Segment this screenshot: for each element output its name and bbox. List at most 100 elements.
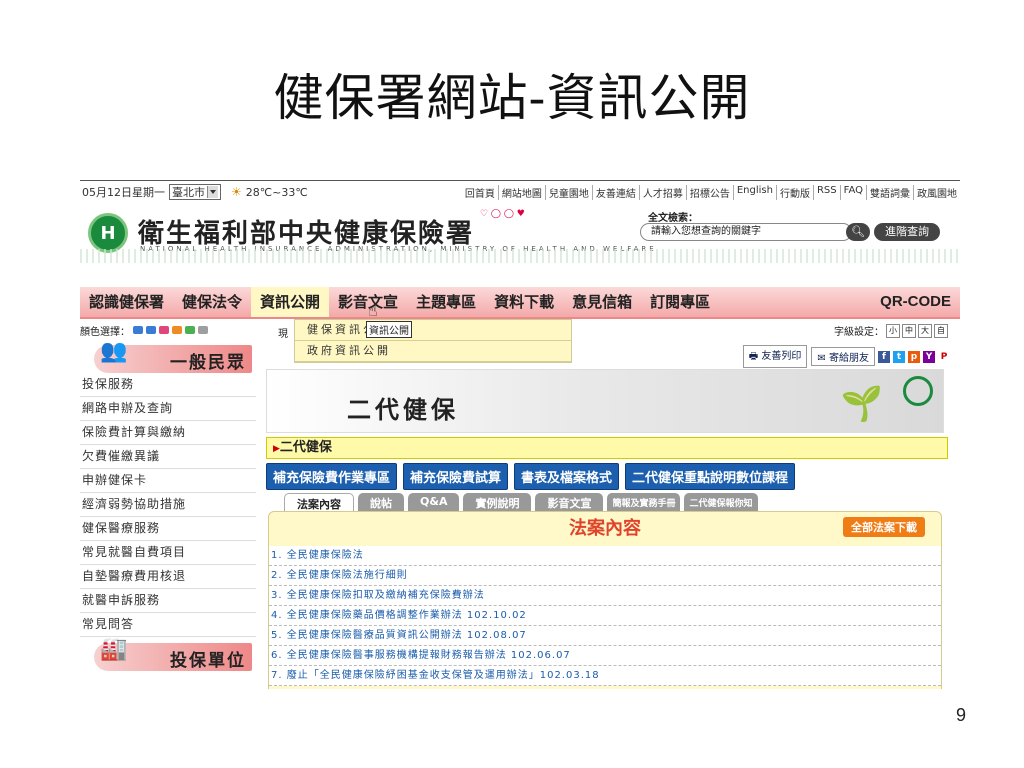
sidebar-item[interactable]: 申辦健保卡 — [80, 469, 256, 493]
section-header: ▶二代健保 — [266, 437, 948, 459]
seedling-hands-image: 🌱 — [840, 384, 883, 424]
site-header: H 衛生福利部中央健康保險署 NATIONAL HEALTH INSURANCE… — [80, 203, 960, 265]
law-link[interactable]: 5. 全民健康保險醫療品質資訊公開辦法 102.08.07 — [269, 626, 941, 646]
law-link[interactable]: 3. 全民健康保險扣取及繳納補充保險費辦法 — [269, 586, 941, 606]
search-icon[interactable]: 🔍︎ — [846, 223, 870, 241]
law-list: 1. 全民健康保險法 2. 全民健康保險法施行細則 3. 全民健康保險扣取及繳納… — [269, 546, 941, 686]
download-all-button[interactable]: 全部法案下載 — [843, 517, 925, 537]
font-size-button[interactable]: 中 — [902, 323, 916, 338]
search-input[interactable]: 請輸入您想查詢的關鍵字 — [640, 223, 852, 241]
top-link[interactable]: 行動版 — [777, 184, 814, 200]
nhi-logo[interactable]: H — [88, 213, 128, 253]
category-insured-unit[interactable]: 🏭 投保單位 — [94, 637, 252, 671]
left-sidebar: 顏色選擇： 👥 一般民眾 投保服務 網路申辦及查詢 保險費計算與繳納 欠費催繳異… — [80, 321, 256, 689]
sidebar-menu: 投保服務 網路申辦及查詢 保險費計算與繳納 欠費催繳異議 申辦健保卡 經濟弱勢協… — [80, 373, 256, 637]
printer-icon: 🖶 — [748, 351, 759, 362]
nav-item[interactable]: 訂閱專區 — [641, 287, 719, 317]
yahoo-icon[interactable]: Y — [923, 350, 935, 363]
color-selector: 顏色選擇： — [80, 321, 256, 339]
category-label: 投保單位 — [170, 651, 246, 671]
send-label: 寄給朋友 — [829, 353, 869, 364]
topic-button[interactable]: 補充保險費試算 — [403, 463, 509, 490]
nav-item[interactable]: 意見信箱 — [563, 287, 641, 317]
sidebar-item[interactable]: 網路申辦及查詢 — [80, 397, 256, 421]
section-title: 二代健保 — [279, 440, 332, 455]
top-link[interactable]: 回首頁 — [462, 184, 499, 200]
top-link[interactable]: 兒童園地 — [546, 184, 593, 200]
nav-item[interactable]: 健保法令 — [173, 287, 251, 317]
law-link[interactable]: 1. 全民健康保險法 — [269, 546, 941, 566]
nav-item[interactable]: 資料下載 — [485, 287, 563, 317]
sidebar-item[interactable]: 健保醫療服務 — [80, 517, 256, 541]
print-label: 友善列印 — [761, 351, 802, 362]
law-link[interactable]: 7. 廢止「全民健康保險紓困基金收支保管及運用辦法」102.03.18 — [269, 666, 941, 686]
color-swatch[interactable] — [185, 326, 195, 334]
color-swatch[interactable] — [146, 326, 156, 334]
send-to-friend-button[interactable]: ✉ 寄給朋友 — [811, 347, 875, 366]
category-label: 一般民眾 — [170, 353, 246, 373]
top-link[interactable]: English — [734, 184, 777, 200]
main-content: 現 字級設定： 小 中 大 自 🖶 友善列印 ✉ 寄給朋友 f t p Y P … — [264, 321, 960, 689]
main-nav: 認識健保署 健保法令 資訊公開 影音文宣 主題專區 資料下載 意見信箱 訂閱專區… — [80, 287, 960, 319]
nav-dropdown: 健保資訊公開 政府資訊公開 — [294, 319, 572, 363]
tooltip: 資訊公開 — [366, 321, 412, 338]
dropdown-item[interactable]: 政府資訊公開 — [295, 341, 571, 362]
plurk-icon[interactable]: p — [908, 350, 920, 363]
font-size-button[interactable]: 小 — [886, 323, 900, 338]
topic-buttons: 補充保險費作業專區 補充保險費試算 書表及檔案格式 二代健保重點說明數位課程 — [266, 463, 942, 490]
top-link[interactable]: 招標公告 — [687, 184, 734, 200]
top-link[interactable]: 友善連結 — [593, 184, 640, 200]
top-link[interactable]: 人才招募 — [640, 184, 687, 200]
law-link[interactable]: 6. 全民健康保險醫事服務機構提報財務報告辦法 102.06.07 — [269, 646, 941, 666]
sidebar-item[interactable]: 經濟弱勢協助措施 — [80, 493, 256, 517]
color-swatch[interactable] — [133, 326, 143, 334]
breadcrumb: 現 — [278, 329, 288, 340]
topic-button[interactable]: 補充保險費作業專區 — [266, 463, 398, 490]
advanced-search-button[interactable]: 進階查詢 — [874, 223, 940, 241]
font-size-button[interactable]: 自 — [934, 323, 948, 338]
sidebar-item[interactable]: 投保服務 — [80, 373, 256, 397]
category-general-public[interactable]: 👥 一般民眾 — [94, 339, 252, 373]
hand-cursor-icon: ☝ — [368, 301, 378, 320]
weather-icon: ☀ — [231, 185, 242, 199]
nav-item[interactable]: 主題專區 — [407, 287, 485, 317]
top-link[interactable]: 網站地圖 — [499, 184, 546, 200]
top-info-bar: 05月12日星期一 臺北市 ☀ 28℃~33℃ 回首頁 網站地圖 兒童園地 友善… — [80, 181, 960, 203]
sidebar-item[interactable]: 保險費計算與繳納 — [80, 421, 256, 445]
topic-button[interactable]: 書表及檔案格式 — [514, 463, 620, 490]
font-size-button[interactable]: 大 — [918, 323, 932, 338]
sidebar-item[interactable]: 自墊醫療費用核退 — [80, 565, 256, 589]
law-link[interactable]: 2. 全民健康保險法施行細則 — [269, 566, 941, 586]
nav-item-qrcode[interactable]: QR-CODE — [871, 287, 960, 317]
color-swatch[interactable] — [172, 326, 182, 334]
facebook-icon[interactable]: f — [878, 350, 890, 363]
temperature-text: 28℃~33℃ — [245, 185, 308, 199]
city-value: 臺北市 — [172, 186, 205, 199]
sidebar-item[interactable]: 常見問答 — [80, 613, 256, 637]
sidebar-item[interactable]: 欠費催繳異議 — [80, 445, 256, 469]
city-select[interactable]: 臺北市 — [169, 184, 221, 200]
law-link[interactable]: 4. 全民健康保險藥品價格調整作業辦法 102.10.02 — [269, 606, 941, 626]
top-link[interactable]: 雙語詞彙 — [867, 184, 914, 200]
sidebar-item[interactable]: 常見就醫自費項目 — [80, 541, 256, 565]
decorative-bars — [80, 249, 960, 263]
nav-item[interactable]: 認識健保署 — [80, 287, 173, 317]
top-link[interactable]: RSS — [814, 184, 841, 200]
decorative-family-graphic: ♡ ◯ ◯ ♥ — [480, 209, 525, 219]
color-swatch[interactable] — [198, 326, 208, 334]
pinterest-icon[interactable]: P — [938, 350, 950, 363]
top-link[interactable]: FAQ — [841, 184, 867, 200]
top-link[interactable]: 政風園地 — [914, 185, 960, 200]
nav-item-active[interactable]: 資訊公開 — [251, 287, 330, 317]
panel-title: 法案內容 — [569, 518, 641, 539]
banner-title: 二代健保 — [347, 396, 459, 424]
color-swatch[interactable] — [159, 326, 169, 334]
print-button[interactable]: 🖶 友善列印 — [742, 345, 808, 368]
nhi2-logo — [903, 376, 933, 406]
building-icon: 🏭 — [100, 637, 128, 662]
sidebar-item[interactable]: 就醫申訴服務 — [80, 589, 256, 613]
dropdown-item[interactable]: 健保資訊公開 — [295, 320, 571, 341]
people-icon: 👥 — [100, 339, 128, 364]
twitter-icon[interactable]: t — [893, 350, 905, 363]
topic-button[interactable]: 二代健保重點說明數位課程 — [625, 463, 796, 490]
